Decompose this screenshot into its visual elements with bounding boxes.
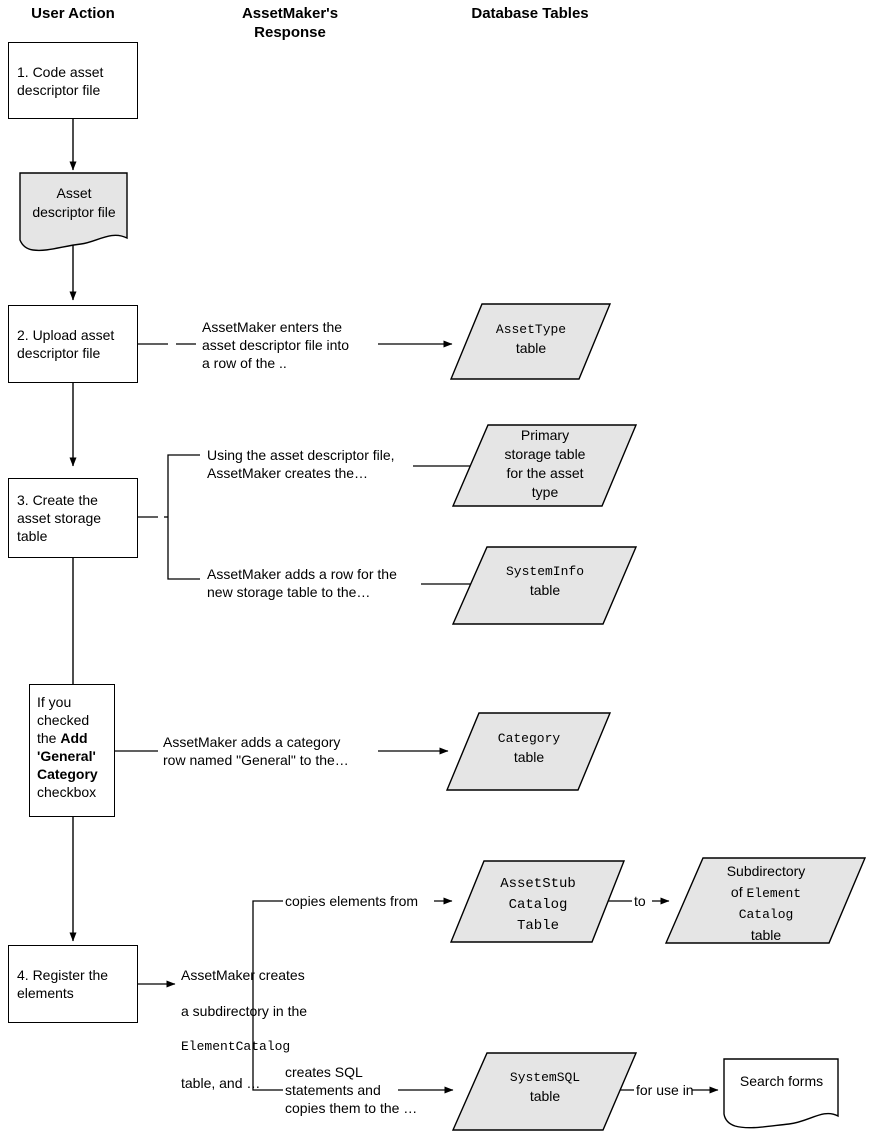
step-4-label: 4. Register the elements [17, 967, 109, 1001]
assetstub-catalog-table-shape[interactable] [449, 860, 626, 944]
note-category: AssetMaker adds a category row named "Ge… [163, 734, 349, 768]
category-table-shape[interactable] [445, 712, 612, 792]
note-assettype: AssetMaker enters the asset descriptor f… [202, 319, 350, 371]
note-systeminfo: AssetMaker adds a row for the new storag… [207, 566, 397, 600]
step-2-box[interactable]: 2. Upload asset descriptor file [8, 305, 138, 383]
conditional-general-category-box[interactable]: If you checked the Add 'General' Categor… [29, 684, 115, 817]
step-3-label: 3. Create the asset storage table [17, 492, 102, 544]
asset-descriptor-file-shape[interactable] [19, 172, 129, 254]
search-forms-shape[interactable] [723, 1058, 840, 1130]
primary-storage-table-shape[interactable] [451, 424, 638, 508]
note-register-line-4: table, and … [181, 1075, 261, 1091]
systeminfo-table-shape[interactable] [451, 546, 638, 626]
step-2-label: 2. Upload asset descriptor file [17, 327, 115, 361]
flowchart-diagram: User Action AssetMaker's Response Databa… [0, 0, 873, 1136]
conditional-line-6: checkbox [37, 784, 97, 800]
conditional-line-5-bold: Category [37, 766, 98, 782]
conditional-line-3-plain: the [37, 730, 61, 746]
note-register-elements: AssetMaker creates a subdirectory in the… [181, 948, 331, 1110]
step-4-box[interactable]: 4. Register the elements [8, 945, 138, 1023]
note-register-line-3: ElementCatalog [181, 1039, 291, 1054]
conditional-line-2: checked [37, 712, 90, 728]
note-for-use-in: for use in [636, 1082, 694, 1098]
step-1-box[interactable]: 1. Code asset descriptor file [8, 42, 138, 119]
conditional-line-1: If you [37, 694, 72, 710]
step-1-label: 1. Code asset descriptor file [17, 63, 104, 98]
step-3-box[interactable]: 3. Create the asset storage table [8, 478, 138, 558]
note-to: to [634, 893, 646, 909]
note-primary-storage: Using the asset descriptor file, AssetMa… [207, 447, 395, 481]
conditional-line-3-bold: Add [60, 730, 88, 746]
note-register-line-1: AssetMaker creates [181, 967, 305, 983]
assettype-table-shape[interactable] [449, 303, 612, 381]
conditional-line-4-bold: 'General' [37, 748, 96, 764]
systemsql-table-shape[interactable] [451, 1052, 638, 1132]
note-copies-elements-from: copies elements from [285, 893, 419, 909]
note-register-line-2: a subdirectory in the [181, 1003, 308, 1019]
subdirectory-element-catalog-table-shape[interactable] [664, 857, 867, 945]
